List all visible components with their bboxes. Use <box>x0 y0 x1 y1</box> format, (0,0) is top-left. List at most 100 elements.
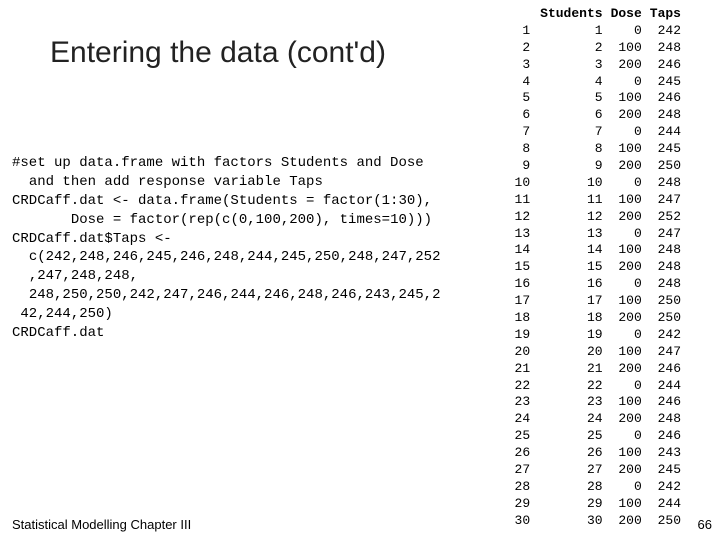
table-cell: 200 <box>607 310 646 327</box>
table-cell: 23 <box>511 394 537 411</box>
table-row: 1818200250 <box>511 310 685 327</box>
table-row: 3030200250 <box>511 513 685 530</box>
table-cell: 5 <box>511 90 537 107</box>
table-row: 66200248 <box>511 107 685 124</box>
table-cell: 15 <box>511 259 537 276</box>
table-row: 2626100243 <box>511 445 685 462</box>
table-row: 2020100247 <box>511 344 685 361</box>
table-cell: 6 <box>511 107 537 124</box>
table-cell: 30 <box>511 513 537 530</box>
table-cell: 200 <box>607 57 646 74</box>
table-cell: 247 <box>646 192 685 209</box>
table-cell: 242 <box>646 479 685 496</box>
table-cell: 200 <box>607 107 646 124</box>
table-cell: 15 <box>536 259 606 276</box>
table-cell: 1 <box>536 23 606 40</box>
table-cell: 16 <box>536 276 606 293</box>
table-cell: 200 <box>607 259 646 276</box>
table-cell: 10 <box>511 175 537 192</box>
table-cell: 0 <box>607 226 646 243</box>
table-cell: 250 <box>646 158 685 175</box>
table-cell: 252 <box>646 209 685 226</box>
table-cell: 10 <box>536 175 606 192</box>
table-row: 2424200248 <box>511 411 685 428</box>
table-cell: 17 <box>511 293 537 310</box>
table-cell: 247 <box>646 344 685 361</box>
table-cell: 248 <box>646 175 685 192</box>
table-cell: 200 <box>607 513 646 530</box>
table-cell: 22 <box>511 378 537 395</box>
table-cell: 21 <box>511 361 537 378</box>
code-block: #set up data.frame with factors Students… <box>12 154 502 343</box>
table-cell: 12 <box>536 209 606 226</box>
table-row: 22220244 <box>511 378 685 395</box>
table-row: 2121200246 <box>511 361 685 378</box>
table-row: 1515200248 <box>511 259 685 276</box>
table-cell: 100 <box>607 242 646 259</box>
table-cell: 100 <box>607 192 646 209</box>
table-cell: 19 <box>536 327 606 344</box>
table-cell: 0 <box>607 124 646 141</box>
table-cell: 26 <box>511 445 537 462</box>
table-cell: 0 <box>607 428 646 445</box>
table-cell: 2 <box>511 40 537 57</box>
table-row: 99200250 <box>511 158 685 175</box>
table-cell: 26 <box>536 445 606 462</box>
table-cell: 250 <box>646 513 685 530</box>
table-cell: 25 <box>536 428 606 445</box>
table-cell: 100 <box>607 344 646 361</box>
table-cell: 100 <box>607 394 646 411</box>
table-cell: 248 <box>646 40 685 57</box>
table-cell: 248 <box>646 242 685 259</box>
table-cell: 11 <box>511 192 537 209</box>
table-row: 13130247 <box>511 226 685 243</box>
table-cell: 246 <box>646 394 685 411</box>
table-cell: 200 <box>607 361 646 378</box>
table-cell: 248 <box>646 107 685 124</box>
table-cell: 200 <box>607 158 646 175</box>
slide-title: Entering the data (cont'd) <box>50 36 386 70</box>
table-cell: 244 <box>646 378 685 395</box>
table-cell: 0 <box>607 23 646 40</box>
table-cell: 25 <box>511 428 537 445</box>
table-row: 88100245 <box>511 141 685 158</box>
table-cell: 20 <box>536 344 606 361</box>
table-cell: 100 <box>607 90 646 107</box>
table-row: 19190242 <box>511 327 685 344</box>
table-cell: 246 <box>646 57 685 74</box>
table-cell: 0 <box>607 479 646 496</box>
table-cell: 0 <box>607 74 646 91</box>
table-cell: 7 <box>511 124 537 141</box>
table-cell: 0 <box>607 175 646 192</box>
col-taps: Taps <box>646 6 685 23</box>
table-cell: 246 <box>646 90 685 107</box>
table-header-row: Students Dose Taps <box>511 6 685 23</box>
table-row: 2727200245 <box>511 462 685 479</box>
table-cell: 22 <box>536 378 606 395</box>
table-cell: 6 <box>536 107 606 124</box>
table-cell: 9 <box>536 158 606 175</box>
table-cell: 11 <box>536 192 606 209</box>
table-row: 33200246 <box>511 57 685 74</box>
table-cell: 24 <box>511 411 537 428</box>
table-cell: 200 <box>607 411 646 428</box>
table-row: 55100246 <box>511 90 685 107</box>
table-cell: 20 <box>511 344 537 361</box>
table-cell: 4 <box>511 74 537 91</box>
table-cell: 9 <box>511 158 537 175</box>
table-cell: 13 <box>511 226 537 243</box>
table-cell: 17 <box>536 293 606 310</box>
table-row: 770244 <box>511 124 685 141</box>
table-cell: 100 <box>607 496 646 513</box>
table-cell: 250 <box>646 293 685 310</box>
table-row: 28280242 <box>511 479 685 496</box>
table-cell: 242 <box>646 23 685 40</box>
table-row: 10100248 <box>511 175 685 192</box>
table-cell: 200 <box>607 209 646 226</box>
table-row: 2323100246 <box>511 394 685 411</box>
col-index <box>511 6 537 23</box>
table-cell: 14 <box>511 242 537 259</box>
table-cell: 245 <box>646 74 685 91</box>
table-cell: 248 <box>646 259 685 276</box>
table-cell: 27 <box>536 462 606 479</box>
